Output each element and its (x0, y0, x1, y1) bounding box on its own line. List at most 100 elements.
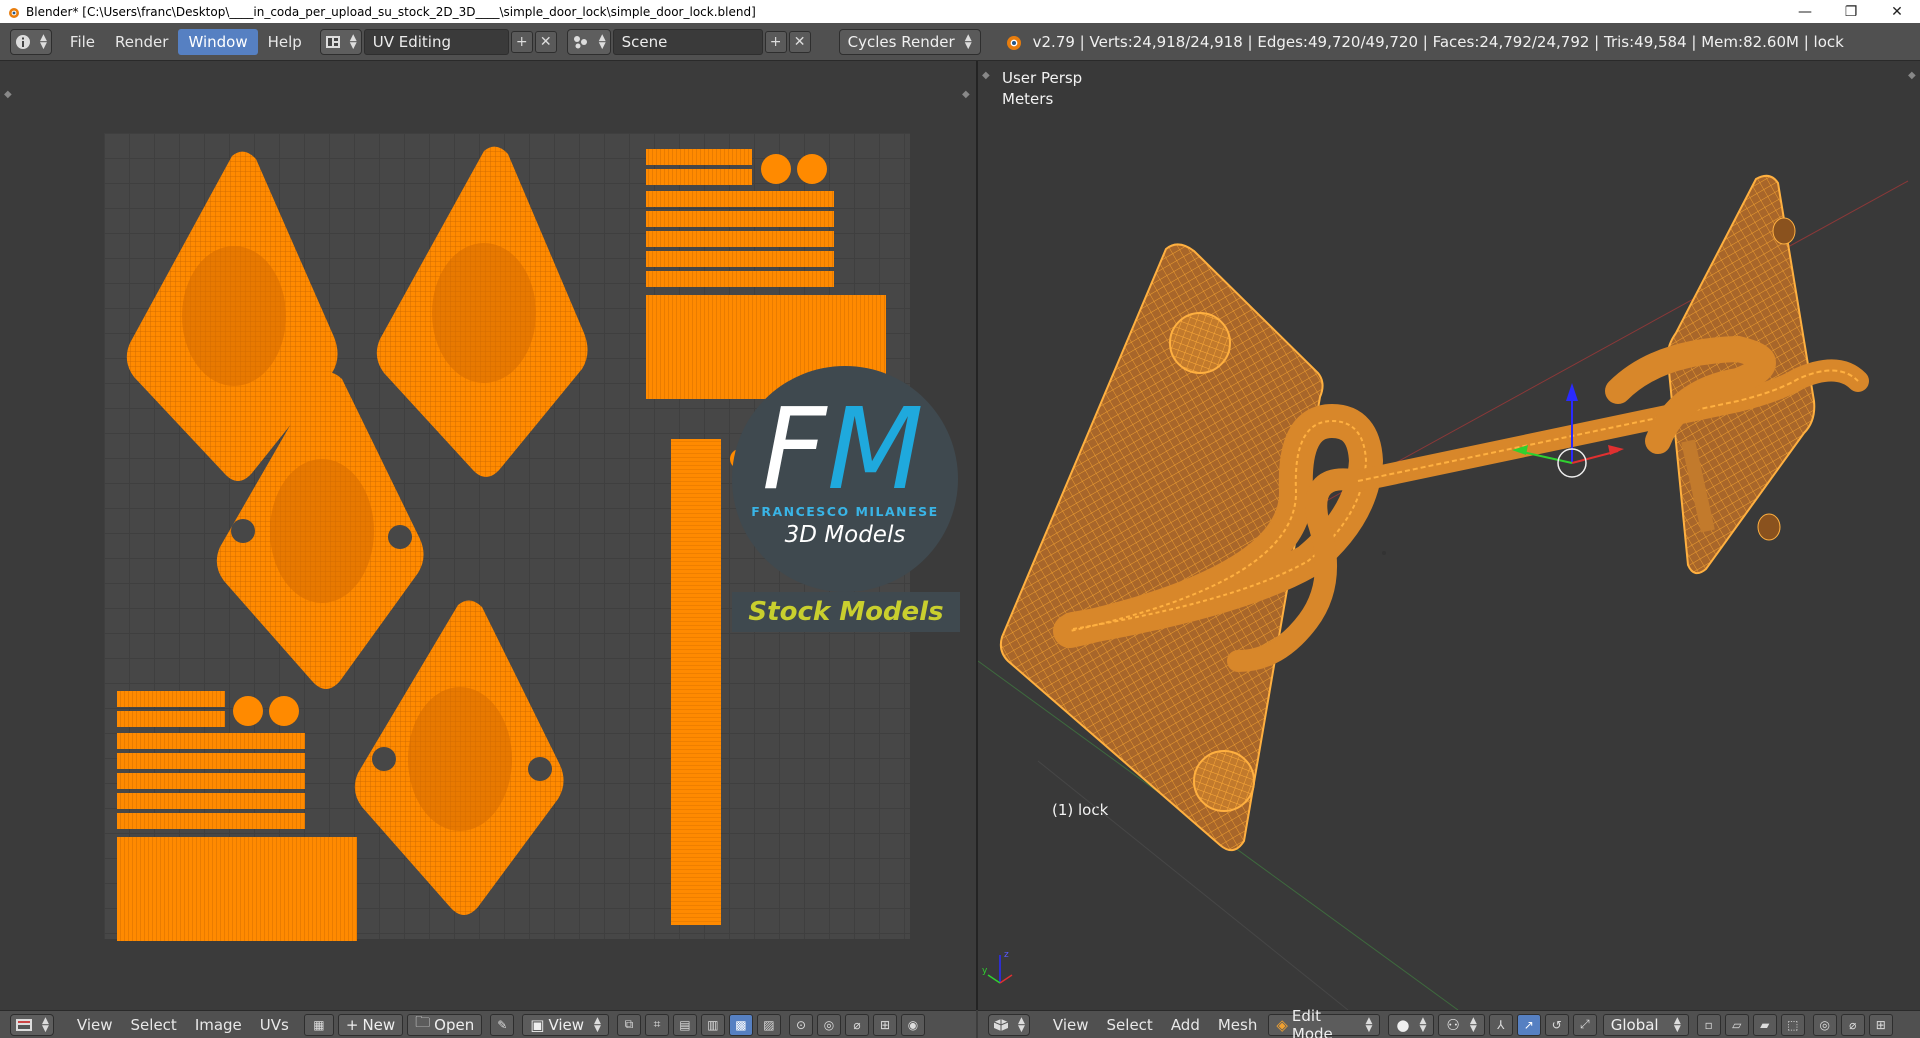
minimize-button[interactable]: — (1782, 0, 1828, 23)
manipulator-z-arrow (1566, 383, 1578, 401)
viewport-header: ▲ ▼ View Select Add Mesh ◈ Edit Mode ▲ ▼ ●… (978, 1007, 1920, 1038)
edge-select-icon[interactable]: ▱ (1724, 1013, 1749, 1036)
uv-menu-view[interactable]: View (68, 1012, 122, 1038)
vertex-select-icon[interactable]: ⌗ (644, 1013, 669, 1036)
chevron-updown-icon: ▲ ▼ (1469, 1015, 1477, 1034)
menu-render[interactable]: Render (105, 29, 178, 55)
blender-icon (9, 7, 19, 18)
blender-window: Blender* [C:\Users\franc\Desktop\____in_… (0, 0, 1920, 1038)
edge-select-icon[interactable]: ▤ (672, 1013, 697, 1036)
new-image-button[interactable]: + New (337, 1013, 404, 1036)
menu-file[interactable]: File (60, 29, 105, 55)
vp-menu-view[interactable]: View (1044, 1012, 1098, 1038)
scene-browse[interactable]: ▲ ▼ (566, 28, 611, 55)
chevron-updown-icon: ▲ ▼ (1018, 1015, 1025, 1034)
vertex-select-icon[interactable]: ▫ (1696, 1013, 1721, 1036)
face-select-icon[interactable]: ▰ (1752, 1013, 1777, 1036)
add-scene-icon[interactable]: + (764, 30, 787, 53)
editor-type-selector[interactable]: ▲ ▼ (10, 28, 52, 55)
island-select-icon[interactable]: ▩ (728, 1013, 753, 1036)
menu-window[interactable]: Window (178, 28, 258, 55)
sticky-select-icon[interactable]: ▨ (756, 1013, 781, 1036)
scene-field[interactable]: Scene (612, 28, 763, 55)
occlude-geometry-icon[interactable]: ⬚ (1780, 1013, 1805, 1036)
snap-icon[interactable]: ⌀ (844, 1013, 869, 1036)
scale-manipulator-icon[interactable]: ⤢ (1572, 1013, 1597, 1036)
open-image-button[interactable]: 🗀 Open (407, 1013, 483, 1036)
pivot-dropdown[interactable]: ⚇ ▲ ▼ (1438, 1013, 1485, 1036)
edit-mode-icon: ◈ (1276, 1015, 1288, 1034)
watermark-tagline: 3D Models (784, 522, 906, 548)
manipulator-toggle-icon[interactable]: ⅄ (1488, 1013, 1513, 1036)
menu-help[interactable]: Help (258, 29, 312, 55)
orientation-label: Global (1610, 1015, 1659, 1034)
scene-icon (573, 35, 587, 48)
translate-manipulator-icon[interactable]: ↗ (1516, 1013, 1541, 1036)
watermark-name: FRANCESCO MILANESE (751, 504, 939, 519)
snap-target-icon[interactable]: ⊞ (1868, 1013, 1893, 1036)
uv-menu-image[interactable]: Image (186, 1012, 251, 1038)
uv-island-rod (671, 439, 721, 925)
render-engine-dropdown[interactable]: Cycles Render ▲ ▼ (838, 28, 981, 55)
corner-widget[interactable]: ◆ (962, 89, 970, 100)
uv-editor-header: ▲ ▼ View Select Image UVs ▦ + New 🗀 Open ✎ … (0, 1010, 976, 1038)
svg-text:z: z (1004, 950, 1009, 960)
render-engine-label: Cycles Render (847, 32, 955, 51)
blender-icon (1006, 35, 1021, 50)
maximize-button[interactable]: ❐ (1828, 0, 1874, 23)
chevron-updown-icon: ▲ ▼ (1673, 1015, 1681, 1034)
vp-menu-select[interactable]: Select (1098, 1012, 1162, 1038)
3d-view-icon (993, 1018, 1009, 1031)
editor-type-selector[interactable]: ▲ ▼ (988, 1013, 1030, 1036)
info-header: ▲ ▼ File Render Window Help ▲ ▼ UV Editing… (0, 23, 1920, 61)
editor-type-selector[interactable]: ▲ ▼ (10, 1013, 54, 1036)
snap-target-icon[interactable]: ⊞ (872, 1013, 897, 1036)
window-title: Blender* [C:\Users\franc\Desktop\____in_… (26, 4, 756, 19)
remove-layout-icon[interactable]: ✕ (534, 30, 557, 53)
close-button[interactable]: ✕ (1874, 0, 1920, 23)
pivot-icon[interactable]: ⊙ (788, 1013, 813, 1036)
screen-layout-icon (325, 35, 340, 48)
3d-scene: z y (978, 174, 1909, 1010)
pin-icon[interactable]: ✎ (490, 1013, 515, 1036)
open-image-label: Open (434, 1015, 475, 1034)
add-layout-icon[interactable]: + (510, 30, 533, 53)
proportional-edit-icon[interactable]: ◎ (816, 1013, 841, 1036)
chevron-updown-icon: ▲ ▼ (598, 32, 606, 51)
image-browse-icon[interactable]: ▦ (303, 1013, 334, 1036)
face-select-icon[interactable]: ▥ (700, 1013, 725, 1036)
cycles-icon[interactable]: ◉ (900, 1013, 925, 1036)
remove-scene-icon[interactable]: ✕ (788, 30, 811, 53)
chevron-updown-icon: ▲ ▼ (349, 32, 357, 51)
screen-layout-field[interactable]: UV Editing (363, 28, 509, 55)
uv-island-strips (646, 149, 886, 399)
snap-icon[interactable]: ⌀ (1840, 1013, 1865, 1036)
corner-widget[interactable]: ◆ (4, 89, 12, 100)
vp-menu-add[interactable]: Add (1162, 1012, 1209, 1038)
screen-layout-browse[interactable]: ▲ ▼ (319, 28, 362, 55)
chevron-updown-icon: ▲ ▼ (1419, 1015, 1427, 1034)
sync-selection-icon[interactable]: ⧉ (616, 1013, 641, 1036)
uv-island-plate-holes (354, 600, 564, 915)
chevron-updown-icon: ▲ ▼ (1365, 1015, 1373, 1034)
orientation-dropdown[interactable]: Global ▲ ▼ (1602, 1013, 1689, 1036)
uv-menu-select[interactable]: Select (122, 1012, 186, 1038)
svg-text:y: y (982, 966, 988, 976)
vp-menu-mesh[interactable]: Mesh (1209, 1012, 1267, 1038)
uv-image-editor[interactable]: F M FRANCESCO MILANESE 3D Models Stock M… (0, 61, 976, 1010)
image-view-dropdown[interactable]: ▣ View ▲ ▼ (522, 1013, 609, 1036)
info-editor-icon (16, 34, 30, 49)
watermark-logo: F M FRANCESCO MILANESE 3D Models Stock M… (732, 366, 960, 632)
chevron-updown-icon: ▲ ▼ (40, 32, 47, 51)
rotate-manipulator-icon[interactable]: ↺ (1544, 1013, 1569, 1036)
chevron-updown-icon: ▲ ▼ (594, 1015, 601, 1034)
view-mode-icon: ▣ (530, 1015, 545, 1034)
uv-menu-uvs[interactable]: UVs (251, 1012, 298, 1038)
shading-dropdown[interactable]: ● ▲ ▼ (1388, 1013, 1435, 1036)
mode-dropdown[interactable]: ◈ Edit Mode ▲ ▼ (1268, 1007, 1381, 1038)
3d-viewport[interactable]: User Persp Meters (1) lock ◆ ◆ z y (978, 61, 1920, 1010)
axis-gizmo: z y (982, 950, 1013, 984)
scene-stats: v2.79 | Verts:24,918/24,918 | Edges:49,7… (1032, 32, 1844, 51)
proportional-edit-icon[interactable]: ◎ (1812, 1013, 1837, 1036)
watermark-banner: Stock Models (732, 592, 960, 632)
